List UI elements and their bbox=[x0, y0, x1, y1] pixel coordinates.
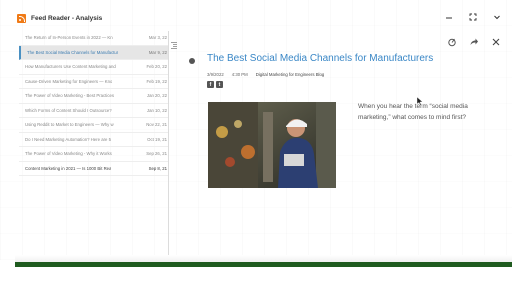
article-list-item[interactable]: Do I Need Marketing Automation? Here are… bbox=[19, 133, 169, 147]
minimize-icon[interactable] bbox=[444, 12, 454, 22]
close-icon[interactable] bbox=[491, 34, 501, 46]
article-list-item[interactable]: Content Marketing in 2021 — Is 1000 Bit … bbox=[19, 162, 169, 176]
article-list-item-title: Using Reddit to Market to Engineers — Wh… bbox=[25, 122, 114, 128]
facebook-icon[interactable]: f bbox=[207, 81, 214, 88]
twitter-icon[interactable]: t bbox=[216, 81, 223, 88]
settings-icon[interactable] bbox=[447, 34, 457, 47]
rss-icon bbox=[17, 13, 26, 23]
article-list-item[interactable]: The Power of Video Marketing - Why it Wo… bbox=[19, 147, 169, 162]
article-list-item-date: Nov 22, 21 bbox=[146, 122, 167, 128]
article-list-item-date: Mar 9, 22 bbox=[148, 49, 167, 55]
share-icon[interactable] bbox=[469, 34, 479, 45]
article-list-item[interactable]: How Manufacturers Use Content Marketing … bbox=[19, 60, 169, 75]
article-list-item-date: Mar 3, 22 bbox=[148, 35, 167, 41]
article-list-item[interactable]: The Power of Video Marketing - Best Prac… bbox=[19, 89, 169, 104]
chevron-down-icon[interactable] bbox=[492, 12, 502, 22]
share-buttons: f t bbox=[207, 81, 223, 88]
article-list-item-date: Jan 10, 22 bbox=[146, 107, 167, 113]
article-list-item-title: Content Marketing in 2021 — Is 1000 Bit … bbox=[25, 165, 112, 171]
article-image bbox=[208, 102, 336, 188]
article-list-item-date: Oct 19, 21 bbox=[147, 136, 167, 142]
article-title[interactable]: The Best Social Media Channels for Manuf… bbox=[207, 53, 433, 64]
mouse-cursor-icon bbox=[416, 96, 424, 106]
expand-icon[interactable] bbox=[468, 12, 478, 22]
article-list-item[interactable]: Which Forms of Content Should I Outsourc… bbox=[19, 104, 169, 118]
article-list-item-date: Sep 26, 21 bbox=[146, 151, 167, 157]
article-list-item-title: The Power of Video Marketing - Best Prac… bbox=[25, 93, 115, 99]
article-list-item[interactable]: Cause-Driven Marketing for Engineers — K… bbox=[19, 75, 169, 89]
titlebar: Feed Reader - Analysis bbox=[15, 9, 510, 27]
article-time: 4:30 PM bbox=[231, 72, 248, 77]
reader-toolbar bbox=[447, 34, 501, 47]
article-list-item-title: The Return of In-Person Events in 2022 —… bbox=[25, 35, 113, 41]
article-list-item-date: Jan 20, 22 bbox=[146, 93, 167, 99]
article-list-item-date: Sep 8, 21 bbox=[148, 165, 167, 171]
article-list-item-title: How Manufacturers Use Content Marketing … bbox=[25, 64, 116, 70]
article-list-item-title: The Power of Video Marketing - Why it Wo… bbox=[25, 151, 112, 157]
article-list-item[interactable]: The Best Social Media Channels for Manuf… bbox=[19, 45, 169, 60]
feed-reader-window: Feed Reader - Analysis The Return of In-… bbox=[15, 9, 510, 264]
window-bottom-shadow bbox=[15, 255, 512, 262]
window-title: Feed Reader - Analysis bbox=[31, 14, 103, 22]
article-list-item-title: Do I Need Marketing Automation? Here are… bbox=[25, 136, 111, 142]
reader-pane: The Best Social Media Channels for Manuf… bbox=[185, 31, 505, 261]
article-list-item-title: Cause-Driven Marketing for Engineers — K… bbox=[25, 78, 113, 84]
article-body: When you hear the term “social media mar… bbox=[358, 103, 468, 121]
article-list-item-date: Feb 20, 22 bbox=[146, 64, 167, 70]
list-collapse-icon[interactable] bbox=[170, 36, 178, 49]
article-list-item-title: The Best Social Media Channels for Manuf… bbox=[27, 49, 119, 55]
feed-indicator-icon bbox=[189, 58, 195, 64]
pane-divider[interactable] bbox=[168, 31, 169, 264]
article-date: 3/9/2022 bbox=[207, 72, 224, 77]
taskbar-strip bbox=[15, 262, 512, 267]
article-list-item[interactable]: The Return of In-Person Events in 2022 —… bbox=[19, 31, 169, 46]
article-list-item-date: Feb 19, 22 bbox=[146, 78, 167, 84]
article-source[interactable]: Digital Marketing for Engineers Blog bbox=[256, 72, 325, 77]
article-list-item[interactable]: Using Reddit to Market to Engineers — Wh… bbox=[19, 118, 169, 133]
article-list-item-title: Which Forms of Content Should I Outsourc… bbox=[25, 107, 112, 113]
article-meta: 3/9/2022 4:30 PM Digital Marketing for E… bbox=[207, 72, 324, 77]
article-list: The Return of In-Person Events in 2022 —… bbox=[19, 31, 169, 201]
window-controls bbox=[444, 12, 502, 22]
